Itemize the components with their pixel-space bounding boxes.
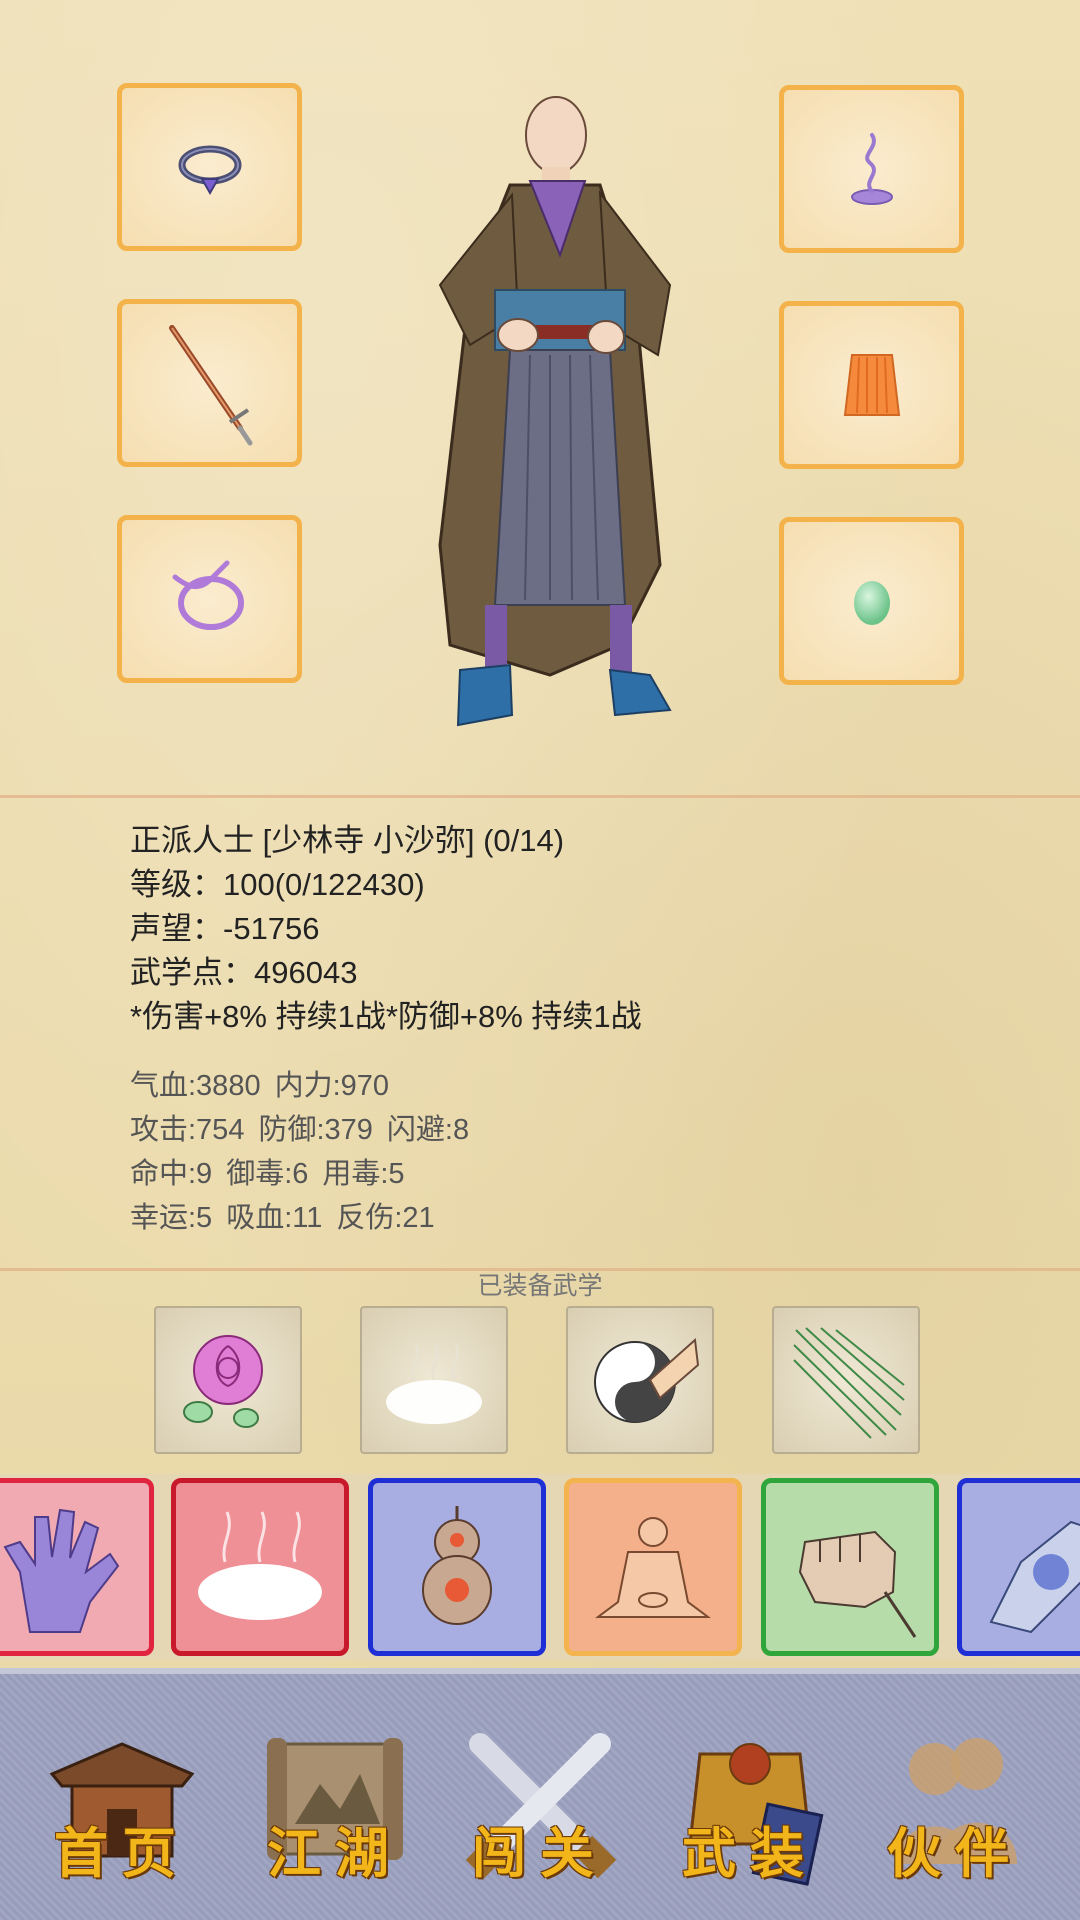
stat-poison-use: 用毒:5: [322, 1158, 405, 1190]
skill-card-3[interactable]: [368, 1478, 546, 1656]
stat-poison-resist: 御毒:6: [226, 1158, 309, 1190]
nav-equipment[interactable]: 武装: [660, 1714, 840, 1894]
character-figure: [400, 85, 720, 735]
nav-jianghu[interactable]: 江湖: [245, 1714, 425, 1894]
martial-slot-3[interactable]: [566, 1306, 714, 1454]
nav-companions-label: 伙伴: [887, 1821, 1023, 1885]
nav-jianghu-label: 江湖: [267, 1821, 403, 1885]
mist-icon: [198, 1511, 322, 1620]
jade-icon: [853, 581, 890, 625]
meditation-icon: [595, 1517, 711, 1618]
stat-reflect: 反伤:21: [336, 1202, 435, 1234]
skill-card-6[interactable]: [957, 1478, 1080, 1656]
stats-panel: 气血:3880 内力:970 攻击:754 防御:379 闪避:8 命中:9 御毒:6 用…: [130, 1064, 483, 1240]
nav-home-label: 首页: [54, 1821, 190, 1885]
stat-mp: 内力:970: [274, 1070, 390, 1102]
equip-slot-gem[interactable]: [779, 517, 964, 685]
palm-icon: [3, 1508, 120, 1633]
taiji-palm-icon: [594, 1337, 700, 1423]
martial-points-text: 武学点：496043: [130, 955, 358, 990]
stat-hit: 命中:9: [130, 1158, 213, 1190]
nav-home[interactable]: 首页: [32, 1714, 212, 1894]
nav-challenge[interactable]: 闯关: [450, 1714, 630, 1894]
skill-card-4[interactable]: [564, 1478, 742, 1656]
stat-attack: 攻击:754: [130, 1114, 245, 1146]
needles-icon: [793, 1327, 905, 1439]
character-title: 正派人士 [少林寺 小沙弥] (0/14): [130, 823, 565, 858]
martial-slot-4[interactable]: [772, 1306, 920, 1454]
reputation-text: 声望：-51756: [130, 911, 320, 946]
buff-text: *伤害+8% 持续1战*防御+8% 持续1战: [130, 999, 642, 1034]
skill-card-1[interactable]: [0, 1478, 154, 1656]
nav-companions[interactable]: 伙伴: [865, 1714, 1045, 1894]
equipped-martial-label: 已装备武学: [477, 1272, 603, 1300]
martial-slot-1[interactable]: [154, 1306, 302, 1454]
mist-icon: [386, 1344, 482, 1424]
stat-hp: 气血:3880: [130, 1070, 261, 1102]
skill-bar[interactable]: [0, 1474, 1080, 1660]
equip-slot-headgear[interactable]: [779, 85, 964, 253]
ring-icon: [178, 145, 241, 196]
gourd-icon: [422, 1506, 492, 1625]
divider-top: [0, 795, 1080, 798]
flower-hand-icon: [989, 1520, 1080, 1634]
equip-slot-weapon[interactable]: [117, 299, 302, 467]
fist-icon: [798, 1530, 917, 1638]
equip-slot-charm[interactable]: [117, 515, 302, 683]
skill-card-5[interactable]: [761, 1478, 939, 1656]
equip-slot-accessory[interactable]: [117, 83, 302, 251]
rose-icon: [183, 1335, 263, 1428]
sword-icon: [168, 325, 252, 446]
level-text: 等级：100(0/122430): [130, 867, 425, 902]
martial-slot-2[interactable]: [360, 1306, 508, 1454]
stat-dodge: 闪避:8: [386, 1114, 470, 1146]
equip-slot-armor[interactable]: [779, 301, 964, 469]
skirt-icon: [843, 354, 900, 416]
bottom-navbar: 首页 江湖 闯关 武装 伙伴: [0, 1668, 1080, 1920]
nav-challenge-label: 闯关: [472, 1821, 608, 1885]
character-info: 正派人士 [少林寺 小沙弥] (0/14) 等级：100(0/122430) 声…: [130, 819, 642, 1039]
stat-lifesteal: 吸血:11: [226, 1202, 323, 1234]
stat-luck: 幸运:5: [130, 1202, 213, 1234]
incense-icon: [850, 133, 893, 205]
cord-ring-icon: [172, 560, 244, 630]
stat-defense: 防御:379: [258, 1114, 373, 1146]
nav-equipment-label: 武装: [682, 1821, 818, 1885]
skill-card-2[interactable]: [171, 1478, 349, 1656]
